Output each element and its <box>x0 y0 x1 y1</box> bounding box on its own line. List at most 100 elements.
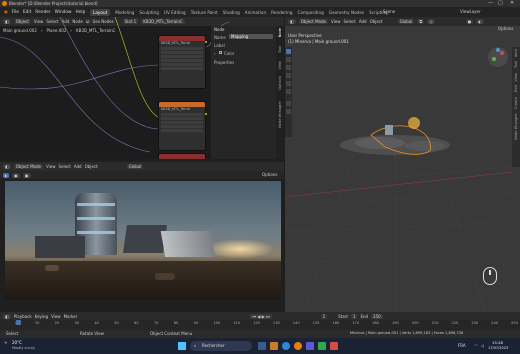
select-tool-icon[interactable]: ▸ <box>3 172 10 178</box>
language-indicator[interactable]: FRA <box>458 343 466 348</box>
color-expand-icon[interactable]: › <box>214 51 216 56</box>
timeline-ruler[interactable]: 0102030405060708090100110120130140150160… <box>0 320 520 330</box>
close-icon[interactable]: ✕ <box>510 0 514 6</box>
workspace-tab-animation[interactable]: Animation <box>245 10 266 15</box>
shading-material-icon[interactable]: ◐ <box>476 19 484 24</box>
tab-tool[interactable]: Tool <box>514 61 518 68</box>
menu-edit[interactable]: Edit <box>23 10 31 15</box>
scene-selector[interactable]: Scene <box>383 9 395 14</box>
workspace-tab-texture-paint[interactable]: Texture Paint <box>191 10 218 15</box>
app-icon[interactable] <box>318 342 326 350</box>
weather-icon[interactable]: ☀ <box>4 340 8 345</box>
current-frame-field[interactable]: 1 <box>320 313 328 319</box>
orientation-select[interactable]: Global <box>397 19 415 24</box>
select-mode-icon[interactable]: ▣ <box>22 172 31 178</box>
color-checkbox[interactable] <box>219 51 222 54</box>
texture-node-2[interactable]: KB3D_MTL_Terrai <box>158 101 206 151</box>
node-socket[interactable] <box>205 113 207 115</box>
menu-render[interactable]: Render <box>35 10 50 15</box>
menu-add[interactable]: Add <box>74 164 82 169</box>
wifi-icon[interactable]: ◠ <box>474 343 478 348</box>
orientation-select[interactable]: Global <box>126 164 144 169</box>
y-axis-icon[interactable] <box>492 57 496 61</box>
windows-start-icon[interactable] <box>178 342 186 350</box>
options-button[interactable]: Options <box>262 172 277 177</box>
editor-type-icon[interactable]: ◧ <box>3 313 11 319</box>
menu-add[interactable]: Add <box>359 19 367 24</box>
editor-type-icon[interactable]: ◧ <box>288 19 296 24</box>
tab-node[interactable]: Node <box>278 28 282 37</box>
tab-options[interactable]: Options <box>278 76 282 90</box>
name-field[interactable]: Mapping <box>229 34 273 39</box>
app-icon[interactable] <box>330 342 338 350</box>
menu-object[interactable]: Object <box>370 19 383 24</box>
workspace-tab-modeling[interactable]: Modeling <box>115 10 134 15</box>
menu-view[interactable]: View <box>331 19 341 24</box>
editor-type-icon[interactable]: ◧ <box>3 164 11 169</box>
blender-menu-icon[interactable]: ◉ <box>4 10 8 15</box>
menu-help[interactable]: Help <box>76 10 86 15</box>
light-gizmo-icon[interactable] <box>408 117 420 129</box>
menu-object[interactable]: Object <box>85 164 98 169</box>
tab-view[interactable]: View <box>514 73 518 82</box>
menu-view[interactable]: View <box>51 314 61 319</box>
task-view-icon[interactable] <box>258 342 266 350</box>
menu-file[interactable]: File <box>12 10 19 15</box>
proportional-icon[interactable]: ◎ <box>427 19 435 24</box>
start-frame-field[interactable]: 1 <box>350 313 358 319</box>
shading-solid-icon[interactable]: ● <box>465 19 474 24</box>
node-editor[interactable]: ◧ Object View Select Add Node ☑ Use Node… <box>0 17 284 159</box>
taskbar-search[interactable]: ⌕ Rechercher <box>190 341 252 351</box>
workspace-tab-layout[interactable]: Layout <box>90 8 111 16</box>
tab-tool[interactable]: Tool <box>278 46 282 53</box>
view-layer-selector[interactable]: ViewLayer <box>460 9 481 14</box>
tab-create[interactable]: Create <box>514 97 518 109</box>
3d-viewport[interactable]: ◧ Object Mode View Select Add Object Glo… <box>285 17 520 312</box>
timeline[interactable]: ◧ Playback Keying View Marker ⏮ ◀ ▶ ⏭ 1 … <box>0 312 520 330</box>
x-axis-icon[interactable] <box>500 51 504 55</box>
workspace-tab-uv-editing[interactable]: UV Editing <box>164 10 186 15</box>
maximize-icon[interactable]: ▢ <box>498 0 503 6</box>
workspace-tab-shading[interactable]: Shading <box>223 10 240 15</box>
properties-label[interactable]: Properties <box>214 60 234 65</box>
workspace-tab-rendering[interactable]: Rendering <box>271 10 292 15</box>
workspace-tab-geometry-nodes[interactable]: Geometry Nodes <box>329 10 364 15</box>
workspace-tab-sculpting[interactable]: Sculpting <box>139 10 159 15</box>
tab-edit[interactable]: Edit <box>514 85 518 92</box>
z-axis-icon[interactable] <box>496 48 500 52</box>
menu-keying[interactable]: Keying <box>35 314 48 319</box>
mode-select[interactable]: Object Mode <box>13 164 43 169</box>
volume-icon[interactable]: ◁ <box>481 343 484 348</box>
menu-window[interactable]: Window <box>55 10 72 15</box>
tab-view[interactable]: View <box>278 61 282 70</box>
playhead[interactable] <box>16 320 21 325</box>
navigation-gizmo[interactable] <box>488 47 508 67</box>
tab-item[interactable]: Item <box>514 49 518 57</box>
file-explorer-icon[interactable] <box>270 342 278 350</box>
edge-icon[interactable] <box>282 342 290 350</box>
menu-marker[interactable]: Marker <box>64 314 78 319</box>
play-controls[interactable]: ⏮ ◀ ▶ ⏭ <box>250 313 272 319</box>
menu-playback[interactable]: Playback <box>14 314 32 319</box>
texture-node-1[interactable]: KB3D_MTL_Terrai <box>158 35 206 89</box>
node-socket[interactable] <box>205 41 207 43</box>
weather-temp[interactable]: 20°C <box>12 340 22 345</box>
snap-icon[interactable]: ⧉ <box>417 19 425 24</box>
view-controls[interactable] <box>495 72 501 96</box>
app-icon[interactable] <box>306 342 314 350</box>
select-mode-icon[interactable]: ▣ <box>12 172 20 178</box>
mode-select[interactable]: Object Mode <box>298 19 328 24</box>
clock-time[interactable]: 15:28 <box>492 340 503 345</box>
clock-date[interactable]: 17/07/2023 <box>488 346 508 351</box>
menu-view[interactable]: View <box>46 164 56 169</box>
menu-select[interactable]: Select <box>58 164 70 169</box>
blender-taskbar-icon[interactable] <box>294 342 302 350</box>
workspace-tab-compositing[interactable]: Compositing <box>298 10 324 15</box>
minimize-icon[interactable]: — <box>488 0 493 6</box>
options-button[interactable]: Options <box>498 26 513 31</box>
render-viewport[interactable]: ◧ Object Mode View Select Add Object Glo… <box>0 159 284 312</box>
tab-node-wrangler[interactable]: Node Wrangler <box>278 101 282 128</box>
tab-node-wrangler[interactable]: Node Wrangler <box>514 113 518 140</box>
end-frame-field[interactable]: 250 <box>371 313 383 319</box>
menu-select[interactable]: Select <box>343 19 355 24</box>
